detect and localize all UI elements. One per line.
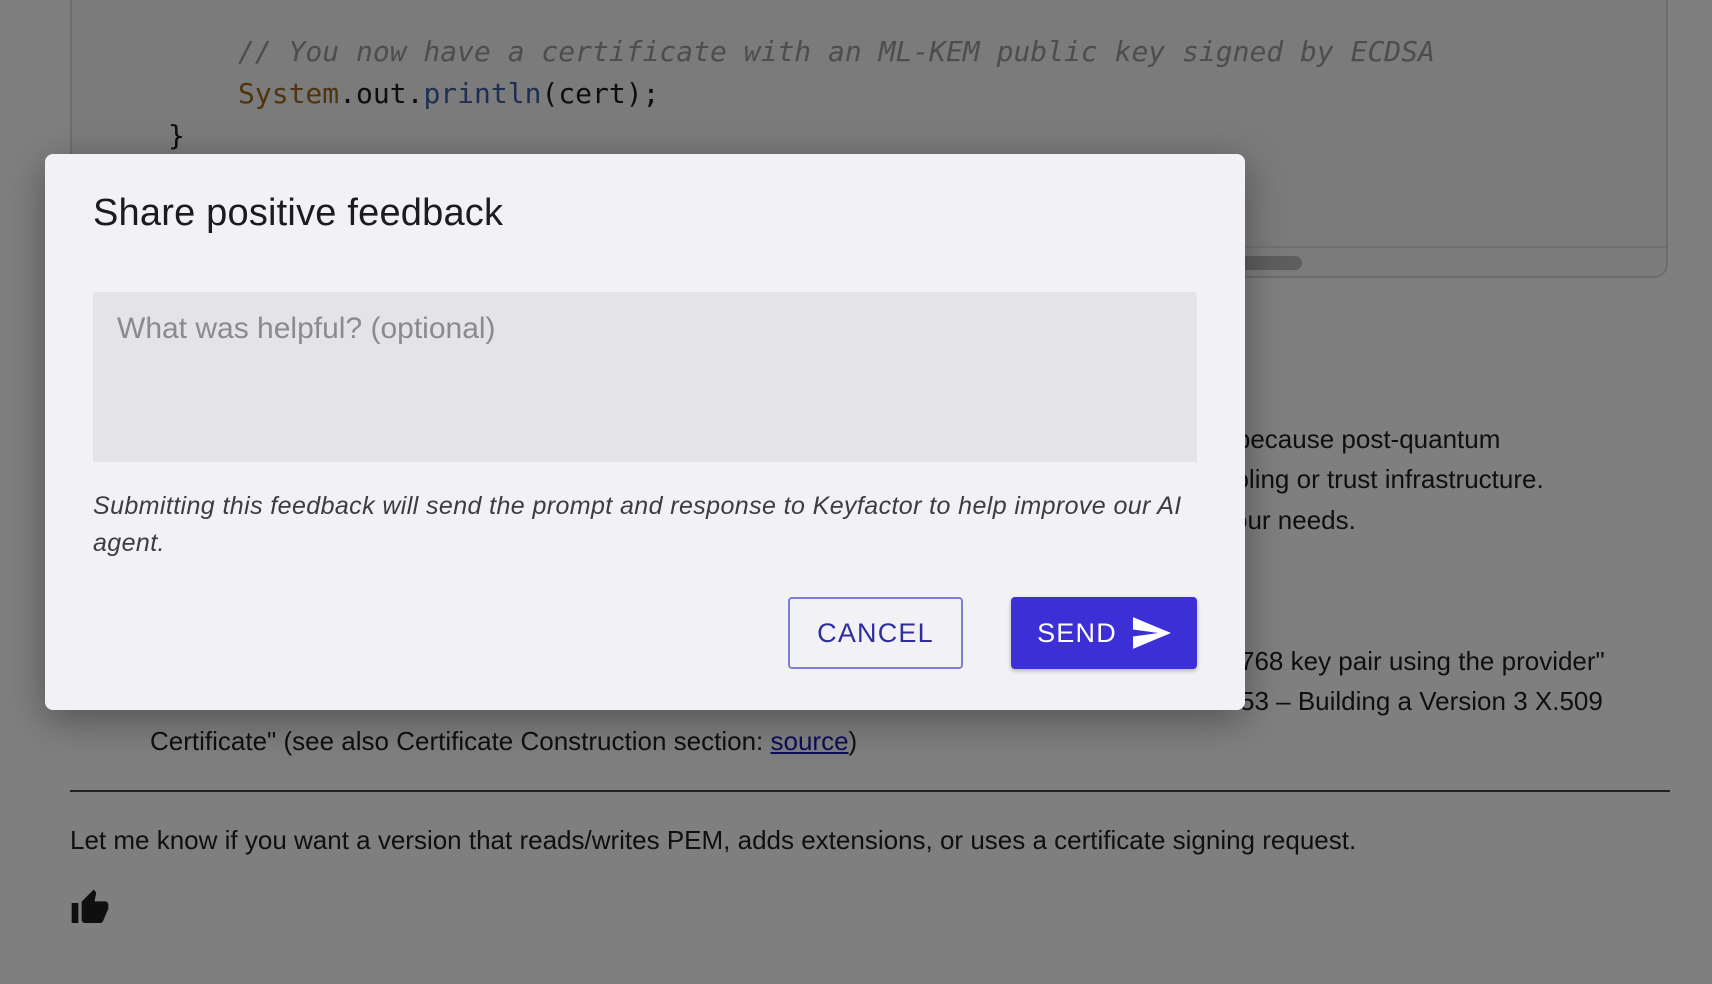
send-button-label: SEND (1037, 617, 1117, 648)
cancel-button-label: CANCEL (817, 617, 934, 648)
feedback-input[interactable] (93, 292, 1197, 462)
cancel-button[interactable]: CANCEL (788, 597, 963, 669)
feedback-dialog: Share positive feedback Submitting this … (45, 154, 1245, 710)
dialog-title: Share positive feedback (93, 192, 504, 234)
chat-page: // You now have a certificate with an ML… (0, 0, 1712, 984)
feedback-disclaimer: Submitting this feedback will send the p… (93, 492, 1182, 557)
send-button[interactable]: SEND (1011, 597, 1197, 669)
send-icon (1132, 617, 1171, 649)
